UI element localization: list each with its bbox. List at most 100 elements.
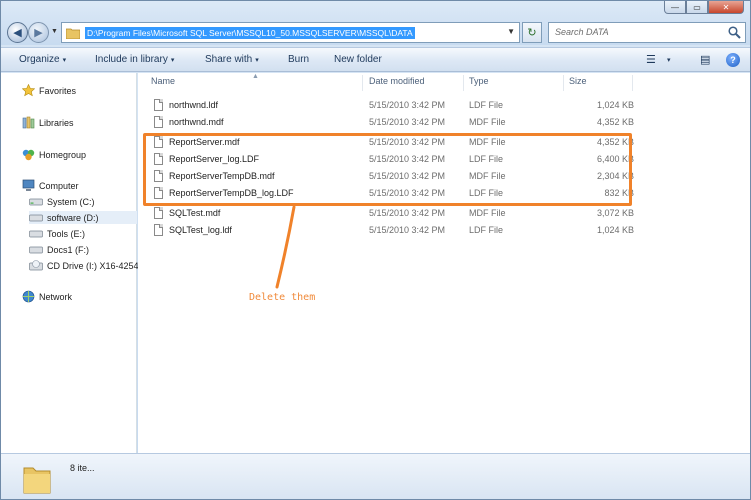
annotation-label: Delete them [249, 292, 316, 303]
drive-icon [29, 211, 43, 224]
burn-button[interactable]: Burn [288, 54, 309, 65]
close-button[interactable]: ✕ [708, 1, 744, 14]
drive-label: CD Drive (I:) X16-4254 [47, 260, 139, 271]
item-count: 8 ite... [70, 463, 95, 473]
annotation-highlight-box [143, 133, 632, 206]
back-button[interactable]: ◀ [7, 22, 28, 43]
file-type: MDF File [469, 208, 506, 218]
drive-icon [29, 195, 43, 208]
sort-ascending-icon: ▲ [252, 73, 259, 80]
command-bar: Organize ▾ Include in library ▾ Share with… [1, 47, 750, 72]
nav-item-label: Homegroup [39, 149, 87, 160]
nav-item-label: Network [39, 291, 73, 302]
drive-label: Docs1 (F:) [47, 244, 90, 255]
share-with-label: Share with [205, 54, 253, 65]
address-dropdown-icon[interactable]: ▼ [507, 27, 515, 36]
file-icon [154, 224, 163, 236]
organize-button[interactable]: Organize ▾ [19, 54, 66, 65]
file-list: ▲ Name Date modified Type Size northwnd.… [138, 73, 750, 453]
nav-item-label: Favorites [39, 85, 77, 96]
file-date: 5/15/2010 3:42 PM [369, 117, 446, 127]
folder-icon [23, 462, 51, 496]
column-header-name[interactable]: Name [151, 76, 175, 86]
computer-icon [21, 179, 35, 192]
refresh-button[interactable]: ↻ [522, 22, 542, 43]
library-icon [21, 116, 35, 129]
chevron-down-icon: ▾ [255, 57, 259, 64]
column-header-type[interactable]: Type [469, 76, 489, 86]
nav-item-drive[interactable]: software (D:) [29, 211, 137, 224]
drive-icon [29, 227, 43, 240]
homegroup-icon [21, 148, 35, 161]
views-icon[interactable]: ☰ [646, 53, 656, 66]
title-bar: — ▭ ✕ ◀ ▶ ▼ D:\Program Files\Microsoft S… [1, 1, 750, 45]
file-row[interactable]: SQLTest.mdf 5/15/2010 3:42 PM MDF File 3… [150, 205, 634, 222]
details-pane: 8 ite... [1, 453, 750, 499]
new-folder-button[interactable]: New folder [334, 54, 382, 65]
chevron-down-icon: ▾ [62, 57, 67, 64]
file-name: northwnd.ldf [169, 100, 219, 110]
file-icon [154, 116, 163, 128]
network-icon [21, 290, 35, 303]
drive-label: software (D:) [47, 212, 99, 223]
forward-button[interactable]: ▶ [28, 22, 49, 43]
nav-item-libraries[interactable]: Libraries [21, 116, 74, 129]
organize-label: Organize [19, 54, 60, 65]
include-in-library-button[interactable]: Include in library ▾ [95, 54, 174, 65]
minimize-button[interactable]: — [664, 1, 686, 14]
nav-item-drive[interactable]: Docs1 (F:) [29, 243, 89, 256]
file-type: LDF File [469, 100, 504, 110]
search-icon[interactable] [728, 26, 741, 41]
nav-item-drive[interactable]: System (C:) [29, 195, 95, 208]
file-type: MDF File [469, 117, 506, 127]
file-name: SQLTest_log.ldf [169, 225, 232, 235]
file-size: 3,072 KB [596, 208, 634, 218]
star-icon [21, 84, 35, 97]
nav-item-drive[interactable]: CD Drive (I:) X16-4254 [29, 259, 139, 272]
views-dropdown-icon[interactable]: ▾ [667, 56, 671, 64]
cd-drive-icon [29, 259, 43, 272]
file-date: 5/15/2010 3:42 PM [369, 100, 446, 110]
file-icon [154, 207, 163, 219]
nav-item-label: Libraries [39, 117, 74, 128]
explorer-window: — ▭ ✕ ◀ ▶ ▼ D:\Program Files\Microsoft S… [0, 0, 751, 500]
file-row[interactable]: SQLTest_log.ldf 5/15/2010 3:42 PM LDF Fi… [150, 222, 634, 239]
file-name: northwnd.mdf [169, 117, 224, 127]
search-input[interactable]: Search DATA [555, 27, 609, 37]
address-path[interactable]: D:\Program Files\Microsoft SQL Server\MS… [85, 27, 415, 39]
share-with-button[interactable]: Share with ▾ [205, 54, 259, 65]
navigation-pane: Favorites Libraries Homegroup Computer S… [1, 73, 139, 453]
maximize-button[interactable]: ▭ [686, 1, 708, 14]
file-date: 5/15/2010 3:42 PM [369, 225, 446, 235]
nav-item-drive[interactable]: Tools (E:) [29, 227, 85, 240]
file-size: 1,024 KB [596, 225, 634, 235]
column-separator[interactable] [463, 75, 464, 91]
preview-pane-icon[interactable]: ▤ [700, 53, 710, 66]
file-type: LDF File [469, 225, 504, 235]
search-box[interactable]: Search DATA [548, 22, 746, 43]
file-name: SQLTest.mdf [169, 208, 221, 218]
back-arrow-icon: ◀ [13, 27, 22, 39]
file-size: 4,352 KB [596, 117, 634, 127]
drive-icon [29, 243, 43, 256]
chevron-down-icon: ▾ [170, 57, 175, 64]
file-row[interactable]: northwnd.mdf 5/15/2010 3:42 PM MDF File … [150, 114, 634, 131]
column-header-size[interactable]: Size [569, 76, 587, 86]
column-separator[interactable] [362, 75, 363, 91]
nav-item-network[interactable]: Network [21, 290, 72, 303]
file-size: 1,024 KB [596, 100, 634, 110]
column-header-date-modified[interactable]: Date modified [369, 76, 425, 86]
address-bar[interactable]: D:\Program Files\Microsoft SQL Server\MS… [61, 22, 520, 43]
file-row[interactable]: northwnd.ldf 5/15/2010 3:42 PM LDF File … [150, 97, 634, 114]
column-separator[interactable] [632, 75, 633, 91]
nav-item-favorites[interactable]: Favorites [21, 84, 76, 97]
nav-item-label: Computer [39, 180, 79, 191]
folder-icon [65, 27, 81, 41]
nav-item-homegroup[interactable]: Homegroup [21, 148, 86, 161]
history-dropdown-icon[interactable]: ▼ [51, 28, 58, 35]
nav-item-computer[interactable]: Computer [21, 179, 79, 192]
help-icon[interactable]: ? [726, 53, 740, 67]
file-date: 5/15/2010 3:42 PM [369, 208, 446, 218]
drive-label: System (C:) [47, 196, 95, 207]
column-separator[interactable] [563, 75, 564, 91]
